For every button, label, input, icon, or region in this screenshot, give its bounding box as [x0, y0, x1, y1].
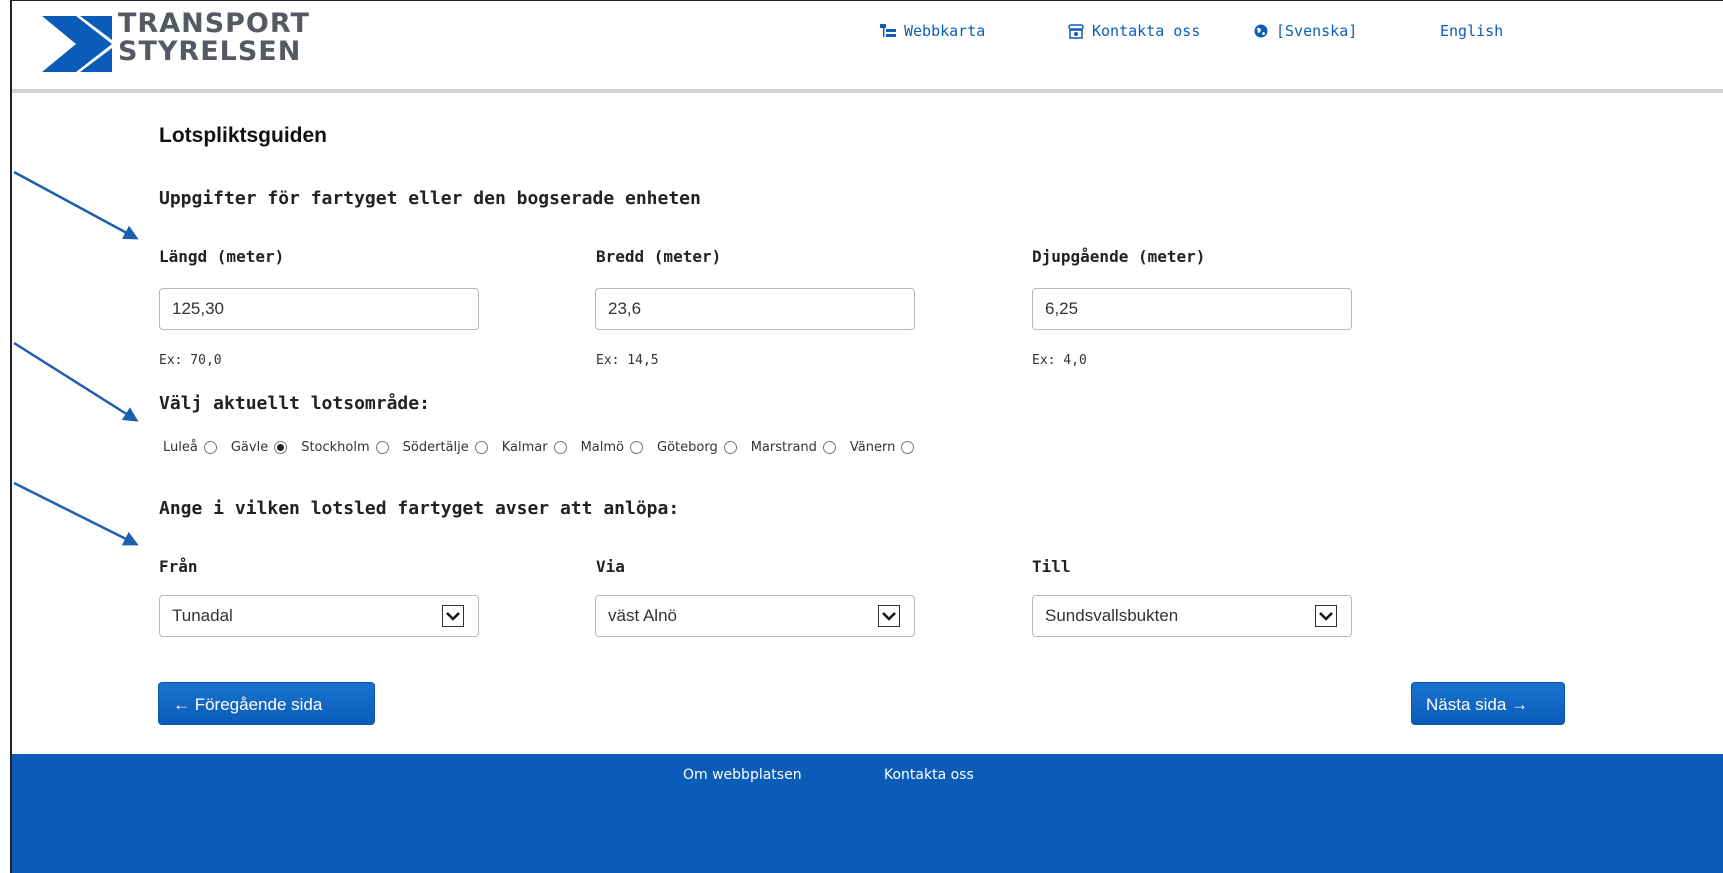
- radio-label: Kalmar: [501, 440, 548, 455]
- radio-button[interactable]: [553, 441, 567, 454]
- english-link[interactable]: English: [1440, 22, 1503, 40]
- radio-label: Södertälje: [402, 440, 469, 455]
- draft-label: Djupgående (meter): [1032, 247, 1206, 266]
- sitemap-link[interactable]: Webbkarta: [880, 22, 985, 40]
- radio-stockholm[interactable]: Stockholm: [301, 440, 389, 455]
- annotation-arrows: [13, 170, 139, 546]
- next-page-button[interactable]: Nästa sida →: [1411, 682, 1565, 725]
- area-section-heading: Välj aktuellt lotsområde:: [159, 393, 430, 414]
- draft-hint: Ex: 4,0: [1032, 353, 1087, 368]
- width-hint: Ex: 14,5: [596, 353, 659, 368]
- chevron-down-icon[interactable]: [1315, 605, 1337, 627]
- radio-goteborg[interactable]: Göteborg: [657, 440, 737, 455]
- radio-label: Luleå: [163, 440, 198, 455]
- radio-marstrand[interactable]: Marstrand: [751, 440, 836, 455]
- route-section-heading: Ange i vilken lotsled fartyget avser att…: [159, 498, 680, 519]
- radio-label: Göteborg: [657, 440, 718, 455]
- radio-gavle[interactable]: Gävle: [230, 440, 288, 455]
- to-select[interactable]: Sundsvallsbukten: [1032, 595, 1352, 637]
- page-title: Lotspliktsguiden: [159, 124, 327, 147]
- radio-button[interactable]: [723, 441, 737, 454]
- from-label: Från: [159, 557, 198, 576]
- radio-vanern[interactable]: Vänern: [849, 440, 915, 455]
- svenska-link[interactable]: [Svenska]: [1254, 22, 1357, 40]
- radio-label: Malmö: [580, 440, 625, 455]
- radio-button-selected[interactable]: [274, 441, 288, 454]
- radio-label: Vänern: [849, 440, 896, 455]
- header-divider: [12, 89, 1723, 93]
- annotation-arrow-3: [13, 481, 139, 546]
- length-label: Längd (meter): [159, 247, 285, 266]
- radio-kalmar[interactable]: Kalmar: [502, 440, 567, 455]
- contact-link[interactable]: Kontakta oss: [1068, 22, 1200, 40]
- radio-button[interactable]: [630, 441, 644, 454]
- to-label: Till: [1032, 557, 1071, 576]
- via-select-value: väst Alnö: [608, 606, 677, 625]
- via-label: Via: [596, 557, 625, 576]
- via-select[interactable]: väst Alnö: [595, 595, 915, 637]
- annotation-arrow-1: [13, 170, 139, 240]
- radio-label: Stockholm: [301, 440, 370, 455]
- footer-about-link[interactable]: Om webbplatsen: [683, 767, 802, 783]
- radio-button[interactable]: [822, 441, 836, 454]
- radio-sodertalje[interactable]: Södertälje: [403, 440, 488, 455]
- from-select[interactable]: Tunadal: [159, 595, 479, 637]
- radio-label: Marstrand: [750, 440, 817, 455]
- radio-button[interactable]: [901, 441, 915, 454]
- vessel-section-heading: Uppgifter för fartyget eller den bogsera…: [159, 188, 701, 209]
- length-hint: Ex: 70,0: [159, 353, 222, 368]
- svenska-link-label: [Svenska]: [1276, 22, 1358, 40]
- footer-contact-link[interactable]: Kontakta oss: [884, 767, 974, 783]
- width-label: Bredd (meter): [596, 247, 722, 266]
- to-select-value: Sundsvallsbukten: [1045, 606, 1179, 625]
- sitemap-icon: [880, 24, 896, 37]
- previous-page-button[interactable]: ← Föregående sida: [158, 682, 375, 725]
- draft-input[interactable]: 6,25: [1032, 288, 1352, 330]
- from-select-value: Tunadal: [172, 606, 233, 625]
- radio-button[interactable]: [203, 441, 217, 454]
- pilot-area-radio-group: Luleå Gävle Stockholm Södertälje Kalmar …: [163, 440, 928, 455]
- sitemap-link-label: Webbkarta: [904, 22, 986, 40]
- length-input[interactable]: 125,30: [159, 288, 479, 330]
- phone-icon: [1068, 23, 1084, 39]
- chevron-down-icon[interactable]: [442, 605, 464, 627]
- chevron-down-icon[interactable]: [878, 605, 900, 627]
- annotation-arrow-2: [13, 341, 139, 422]
- radio-button[interactable]: [474, 441, 488, 454]
- radio-lulea[interactable]: Luleå: [163, 440, 217, 455]
- radio-label: Gävle: [230, 440, 269, 455]
- english-link-label: English: [1440, 22, 1504, 40]
- radio-malmo[interactable]: Malmö: [580, 440, 644, 455]
- width-input[interactable]: 23,6: [595, 288, 915, 330]
- radio-button[interactable]: [375, 441, 389, 454]
- globe-icon: [1254, 24, 1268, 38]
- contact-link-label: Kontakta oss: [1092, 22, 1201, 40]
- footer: [12, 754, 1723, 873]
